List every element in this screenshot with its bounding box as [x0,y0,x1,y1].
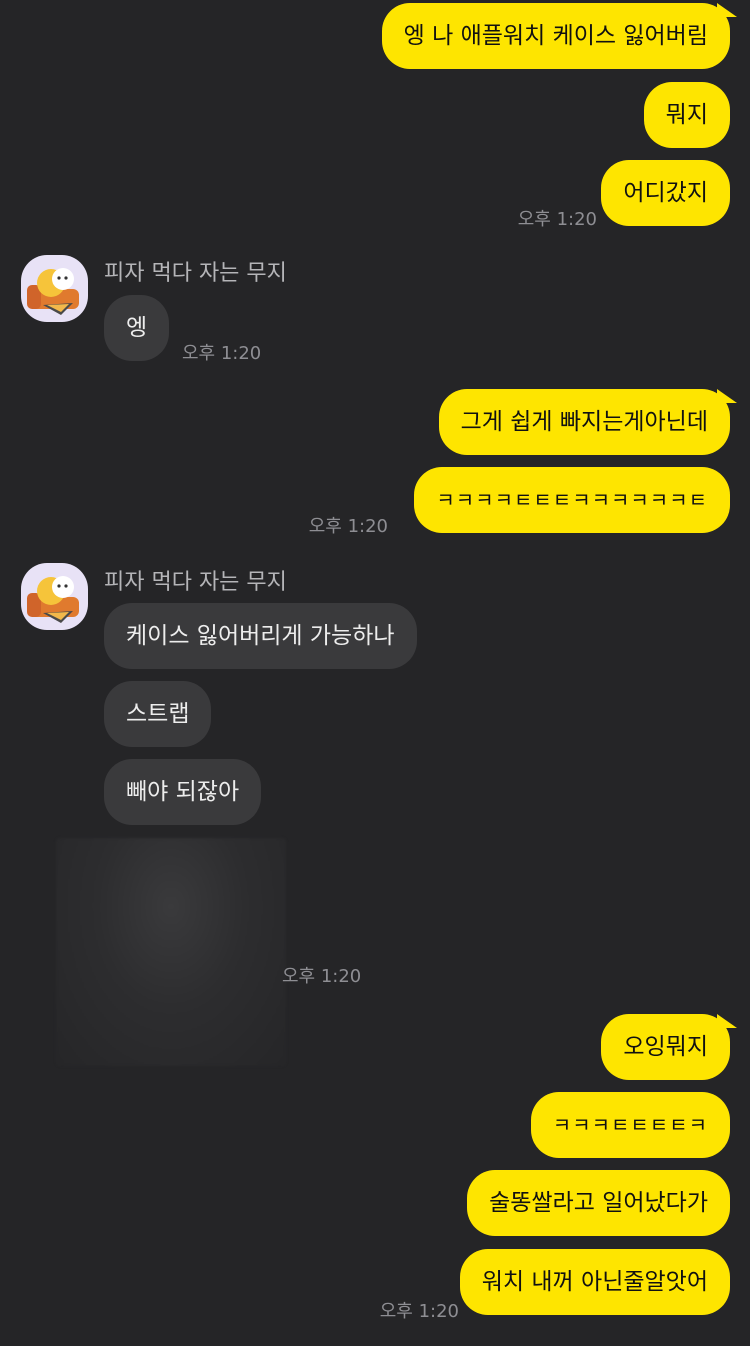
incoming-message[interactable]: 빼야 되잖아 [104,759,262,825]
message-timestamp: 오후 1:20 [379,1301,459,1322]
outgoing-message[interactable]: 그게 쉽게 빠지는게아닌데 [438,389,738,455]
incoming-message[interactable]: 케이스 잃어버리게 가능하나 [104,603,417,669]
outgoing-message[interactable]: 워치 내꺼 아닌줄알앗어 [459,1249,730,1315]
blurred-photo-attachment[interactable] [56,838,286,1066]
message-timestamp: 오후 1:20 [282,966,362,987]
sender-name: 피자 먹다 자는 무지 [104,570,287,595]
sender-name: 피자 먹다 자는 무지 [104,261,287,286]
outgoing-message[interactable]: ㅋㅋㅋㅋㅌㅌㅌㅋㅋㅋㅋㅋㅋㅌ [414,467,730,533]
message-timestamp: 오후 1:20 [182,343,262,364]
muzi-pizza-avatar-icon[interactable] [21,563,88,630]
outgoing-message[interactable]: 뭐지 [643,82,730,148]
outgoing-message[interactable]: 어디갔지 [601,160,730,226]
outgoing-message[interactable]: 엥 나 애플워치 케이스 잃어버림 [381,3,738,69]
outgoing-message[interactable]: ㅋㅋㅋㅌㅌㅌㅌㅋ [530,1092,730,1158]
outgoing-message[interactable]: 술똥쌀라고 일어났다가 [467,1170,730,1236]
muzi-pizza-avatar-icon[interactable] [21,255,88,322]
incoming-message[interactable]: 스트랩 [104,681,212,747]
chat-screen: 엥 나 애플워치 케이스 잃어버림 뭐지 어디갔지 오후 1:20 피자 먹다 … [0,0,750,1346]
message-timestamp: 오후 1:20 [517,209,597,230]
message-timestamp: 오후 1:20 [308,516,388,537]
incoming-message[interactable]: 엥 [104,295,170,361]
outgoing-message[interactable]: 오잉뭐지 [601,1014,737,1080]
